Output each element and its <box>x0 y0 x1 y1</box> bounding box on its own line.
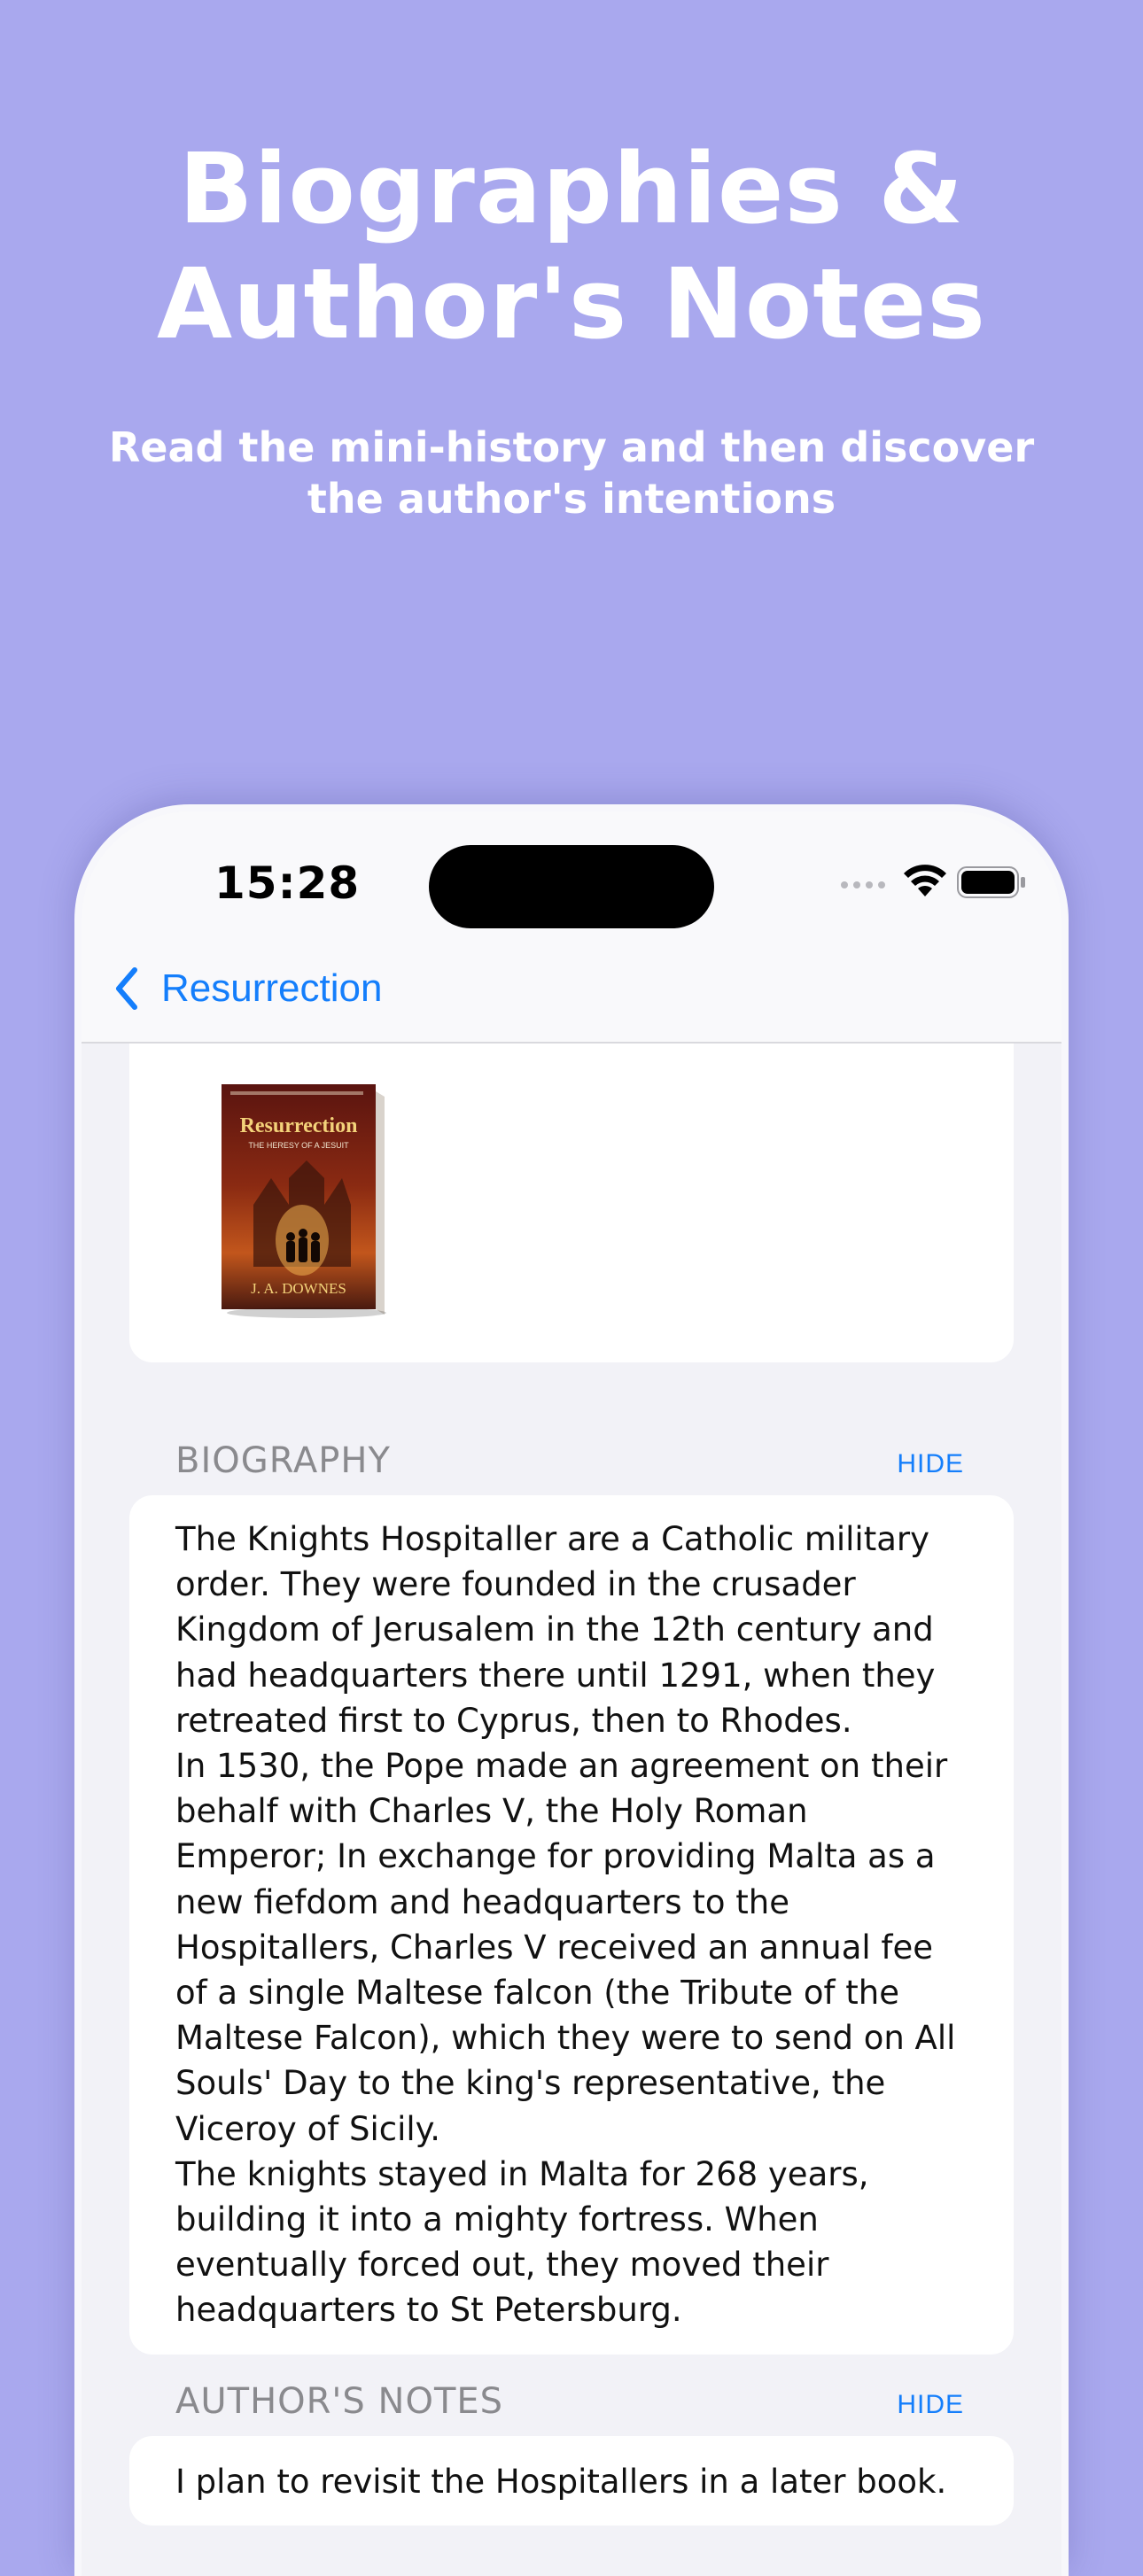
book-cover-image[interactable]: Resurrection THE HERESY OF A JESUIT J. A… <box>218 1081 386 1320</box>
cover-card: Resurrection THE HERESY OF A JESUIT J. A… <box>129 1044 1014 1362</box>
battery-icon <box>957 866 1025 898</box>
chevron-left-icon <box>116 967 137 1010</box>
hero-subtitle-line1: Read the mini-history and then discover <box>108 423 1035 471</box>
hero-title: Biographies & Author's Notes <box>0 131 1143 361</box>
book-author-text: J. A. DOWNES <box>251 1280 346 1297</box>
authors-notes-text: I plan to revisit the Hospitallers in a … <box>175 2463 947 2501</box>
biography-card: The Knights Hospitaller are a Catholic m… <box>129 1495 1014 2355</box>
authors-notes-hide-button[interactable]: HIDE <box>897 2390 964 2420</box>
back-button[interactable]: Resurrection <box>113 962 382 1015</box>
biography-header: BIOGRAPHY HIDE <box>175 1440 964 1481</box>
biography-hide-button[interactable]: HIDE <box>897 1449 964 1479</box>
back-button-label: Resurrection <box>161 966 383 1010</box>
authors-notes-header: AUTHOR'S NOTES HIDE <box>175 2381 964 2422</box>
dynamic-island <box>429 845 714 928</box>
status-time: 15:28 <box>214 857 361 909</box>
hero-title-line1: Biographies & <box>178 132 965 245</box>
wifi-icon <box>904 865 946 896</box>
hero-subtitle: Read the mini-history and then discover … <box>0 422 1143 524</box>
authors-notes-card: I plan to revisit the Hospitallers in a … <box>129 2436 1014 2526</box>
biography-paragraph: The knights stayed in Malta for 268 year… <box>175 2154 869 2330</box>
biography-heading: BIOGRAPHY <box>175 1440 391 1481</box>
biography-paragraph: In 1530, the Pope made an agreement on t… <box>175 1747 956 2148</box>
book-title-text: Resurrection <box>240 1114 358 1137</box>
biography-paragraph: The Knights Hospitaller are a Catholic m… <box>175 1520 936 1740</box>
book-subtitle-text: THE HERESY OF A JESUIT <box>248 1141 349 1150</box>
navigation-bar: 15:28 Resurrection <box>82 811 1061 1044</box>
hero-subtitle-line2: the author's intentions <box>307 475 836 523</box>
hero-title-line2: Author's Notes <box>157 247 986 361</box>
signal-dots-icon <box>841 881 885 888</box>
phone-frame: 15:28 Resurrection Resurrection THE HERE… <box>74 804 1069 2576</box>
authors-notes-heading: AUTHOR'S NOTES <box>175 2381 504 2422</box>
